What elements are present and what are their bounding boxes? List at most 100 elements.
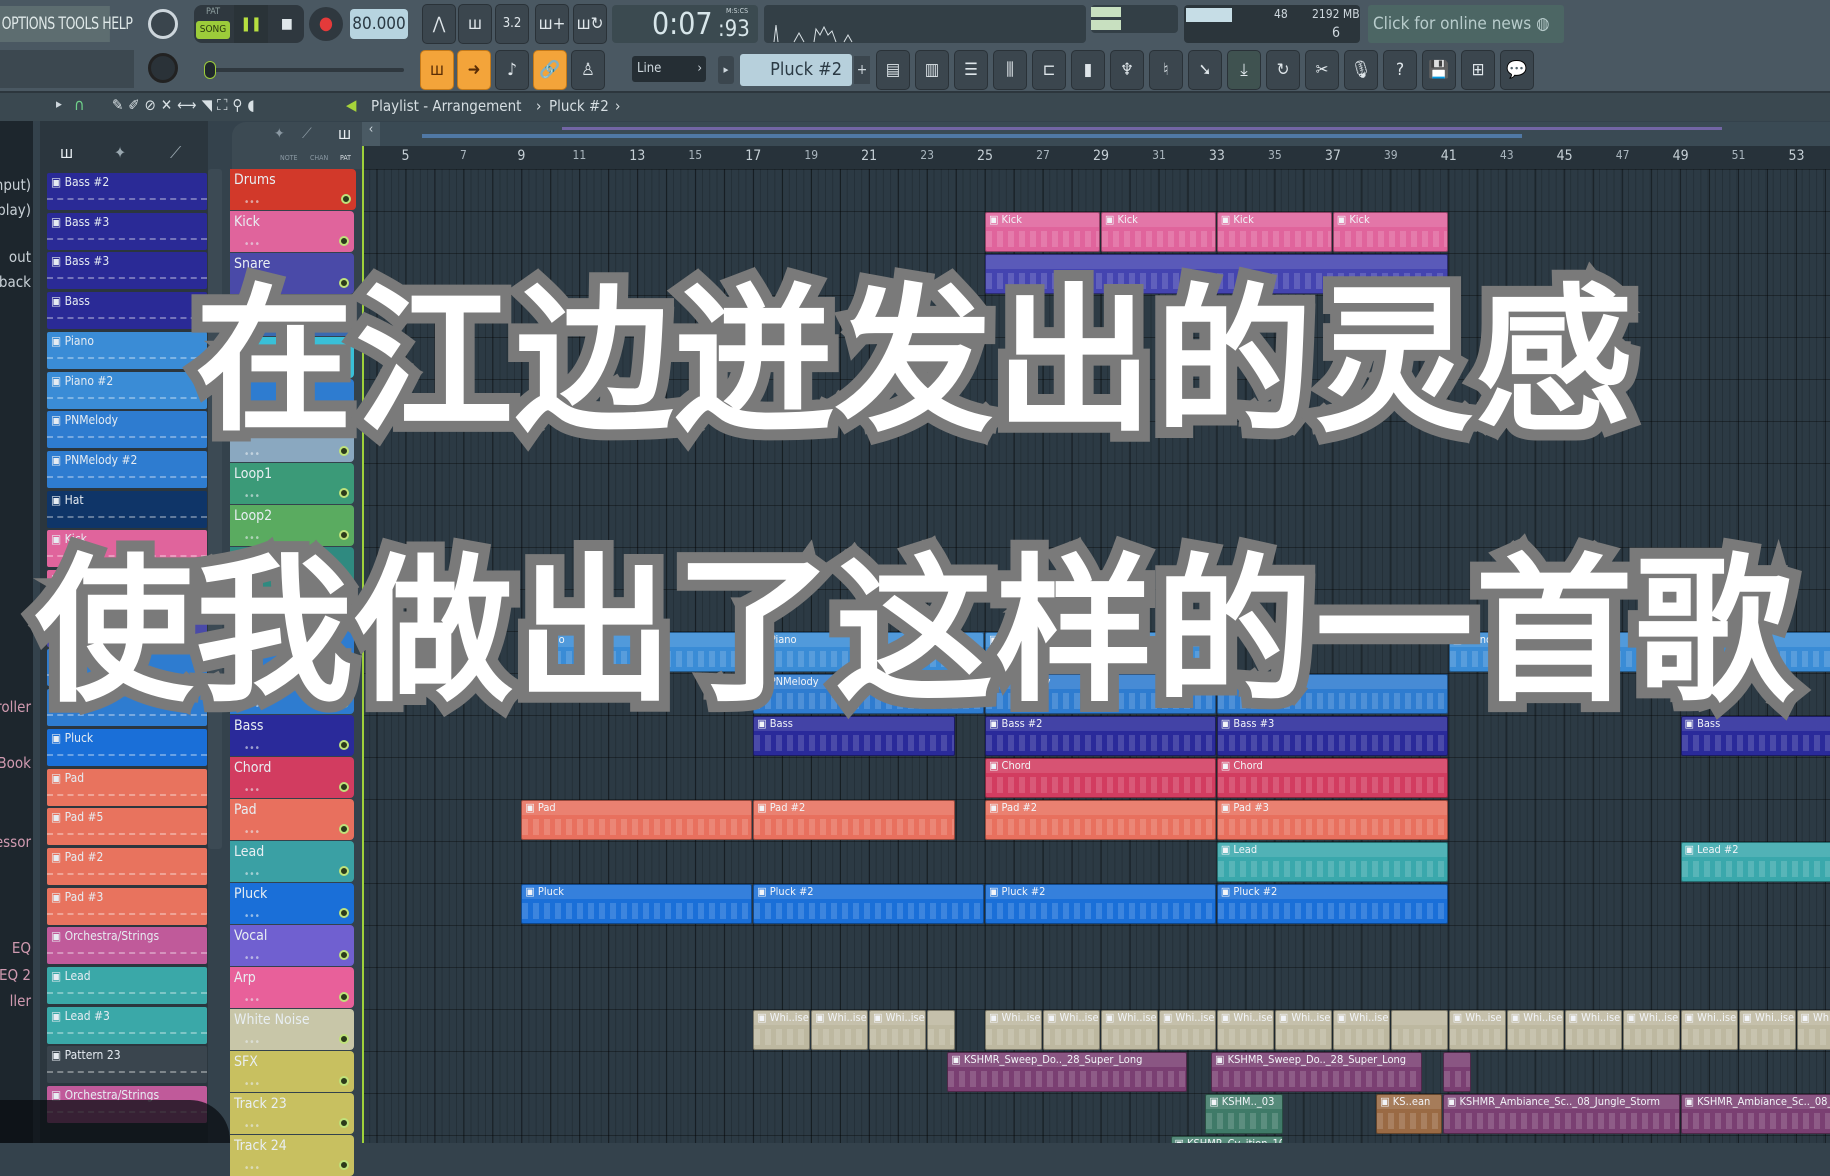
- browser-icon[interactable]: ⊏: [1032, 50, 1066, 90]
- playlist-clip[interactable]: ▣ Whi..ise: [1217, 1010, 1274, 1050]
- playlist-menu-arrow-icon[interactable]: ▸: [56, 97, 62, 112]
- playlist-clip[interactable]: ▣ Wh..ise: [1449, 1010, 1506, 1050]
- track-header[interactable]: White Noise•••: [230, 1009, 354, 1050]
- playlist-clip[interactable]: ▣ Pad #2: [753, 800, 955, 840]
- track-enable-led[interactable]: [339, 1160, 349, 1170]
- add-pattern-button[interactable]: +: [854, 56, 870, 84]
- track-header[interactable]: Drums•••: [230, 169, 356, 210]
- playlist-clip[interactable]: ▣ Lead: [1217, 842, 1448, 882]
- chevron-left-icon[interactable]: ‹: [362, 122, 380, 146]
- playlist-clip[interactable]: ▣ Whi..ise: [1043, 1010, 1100, 1050]
- browser-item[interactable]: ller: [10, 992, 31, 1010]
- track-enable-led[interactable]: [339, 236, 349, 246]
- playlist-clip[interactable]: ▣ Pad #2: [985, 800, 1216, 840]
- countdown-icon[interactable]: 3.2: [495, 4, 529, 44]
- playlist-clip[interactable]: ▣ KSHMR_Cv..ition_10: [1171, 1136, 1283, 1143]
- track-enable-led[interactable]: [341, 194, 351, 204]
- pattern-item[interactable]: ▣ Pad #2: [47, 848, 207, 885]
- track-header[interactable]: SFX•••: [230, 1051, 354, 1092]
- track-options-icon[interactable]: •••: [244, 743, 260, 754]
- browser-item[interactable]: EQ 2: [0, 966, 31, 984]
- pattern-item[interactable]: ▣ Lead #3: [47, 1007, 207, 1044]
- playlist-clip[interactable]: ▣ Pluck #2: [985, 884, 1216, 924]
- arrangement-overview[interactable]: ‹: [362, 122, 1830, 146]
- note-tab[interactable]: NOTE: [280, 154, 298, 162]
- track-header[interactable]: Kick•••: [230, 211, 354, 252]
- pat-mode[interactable]: PAT: [198, 7, 228, 17]
- touch-controller-icon[interactable]: ♮: [1149, 50, 1183, 90]
- master-pitch-knob[interactable]: [148, 53, 178, 83]
- save-icon[interactable]: 💾: [1422, 50, 1456, 90]
- track-options-icon[interactable]: •••: [244, 491, 260, 502]
- breadcrumb-pattern[interactable]: Pluck #2: [549, 97, 609, 115]
- track-options-icon[interactable]: •••: [244, 1037, 260, 1048]
- track-header[interactable]: Pad•••: [230, 799, 354, 840]
- chan-tab[interactable]: CHAN: [310, 154, 328, 162]
- mic-level-icon[interactable]: ♙: [571, 50, 605, 90]
- browser-item[interactable]: out: [9, 248, 31, 266]
- time-display[interactable]: 0:07 :93 M:S:CS: [612, 5, 758, 43]
- track-header[interactable]: Pluck•••: [230, 883, 354, 924]
- track-options-icon[interactable]: •••: [244, 1163, 260, 1174]
- playlist-clip[interactable]: [1391, 1010, 1448, 1050]
- piano-roll-icon[interactable]: ▥: [915, 50, 949, 90]
- playlist-icon[interactable]: ▤: [876, 50, 910, 90]
- playlist-clip[interactable]: ▣ Wh..: [1797, 1010, 1830, 1050]
- track-enable-led[interactable]: [339, 908, 349, 918]
- playlist-clip[interactable]: ▣ KSHMR_Ambiance_Sc.._08_: [1681, 1094, 1830, 1134]
- magnet-icon[interactable]: ∩: [74, 95, 85, 114]
- refresh-icon[interactable]: ↻: [1266, 50, 1300, 90]
- timeline-ruler[interactable]: 5791113151719212325272931333537394143454…: [362, 146, 1830, 169]
- metronome-icon[interactable]: ⋀: [422, 4, 456, 44]
- track-options-icon[interactable]: •••: [244, 911, 260, 922]
- mixer-icon[interactable]: ⫼: [993, 50, 1027, 90]
- render-icon[interactable]: ⊞: [1461, 50, 1495, 90]
- automation-icon[interactable]: ⟋: [302, 126, 312, 142]
- arrow-icon[interactable]: ➜: [457, 50, 491, 90]
- playlist-tools[interactable]: ✎✐⊘✕⟷◥⛶⚲◖: [112, 96, 259, 114]
- track-header[interactable]: Arp•••: [230, 967, 354, 1008]
- track-options-icon[interactable]: •••: [244, 239, 260, 250]
- pause-button[interactable]: ❚❚: [234, 5, 268, 43]
- pat-tab[interactable]: PAT: [340, 154, 351, 162]
- playlist-clip[interactable]: ▣ Whi..ise: [1681, 1010, 1738, 1050]
- playlist-clip[interactable]: ▣ Whi..ise: [753, 1010, 810, 1050]
- track-header[interactable]: Vocal•••: [230, 925, 354, 966]
- playlist-clip[interactable]: ▣ Lead #2: [1681, 842, 1830, 882]
- browser-item[interactable]: EQ: [12, 939, 31, 957]
- pattern-item[interactable]: ▣ Bass #3: [47, 213, 207, 250]
- loop-record-icon[interactable]: ш↻: [573, 4, 607, 44]
- pattern-item[interactable]: ▣ Pad #3: [47, 888, 207, 925]
- stop-button[interactable]: ■: [270, 5, 304, 43]
- audio-icon[interactable]: ✦: [114, 143, 126, 162]
- playlist-clip[interactable]: ▣ Kick: [1101, 212, 1216, 252]
- track-options-icon[interactable]: •••: [244, 869, 260, 880]
- playlist-clip[interactable]: ▣ Pluck: [521, 884, 752, 924]
- track-enable-led[interactable]: [339, 992, 349, 1002]
- playlist-clip[interactable]: ▣ Pad #3: [1217, 800, 1448, 840]
- playlist-clip[interactable]: ▣ Kick: [1217, 212, 1332, 252]
- plugin-icon[interactable]: ♆: [1110, 50, 1144, 90]
- piano-icon[interactable]: ш: [60, 143, 73, 162]
- playlist-clip[interactable]: ▣ Whi..ise: [1507, 1010, 1564, 1050]
- track-enable-led[interactable]: [339, 1118, 349, 1128]
- playlist-clip[interactable]: ▣ Whi..ise: [1739, 1010, 1796, 1050]
- browser-item[interactable]: essor: [0, 833, 31, 851]
- playlist-clip[interactable]: [927, 1010, 955, 1050]
- track-header[interactable]: Chord•••: [230, 757, 354, 798]
- pattern-item[interactable]: ▣ Pattern 23: [47, 1046, 207, 1083]
- playlist-clip[interactable]: [1443, 1052, 1471, 1092]
- track-header[interactable]: Track 23•••: [230, 1093, 354, 1134]
- cut-icon[interactable]: ✂: [1305, 50, 1339, 90]
- browser-item[interactable]: play): [0, 201, 31, 219]
- snap-dropdown[interactable]: Line›: [632, 56, 706, 82]
- microphone-icon[interactable]: 🎙: [1344, 50, 1378, 90]
- pattern-selector[interactable]: Pluck #2: [740, 54, 852, 86]
- track-options-icon[interactable]: •••: [244, 785, 260, 796]
- playlist-clip[interactable]: ▣ Whi..ise: [985, 1010, 1042, 1050]
- playlist-clip[interactable]: ▣ Pluck #2: [753, 884, 984, 924]
- pattern-item[interactable]: ▣ Pluck: [47, 729, 207, 766]
- playlist-clip[interactable]: ▣ Whi..ise: [811, 1010, 868, 1050]
- playlist-clip[interactable]: ▣ Whi..ise: [1623, 1010, 1680, 1050]
- track-enable-led[interactable]: [339, 824, 349, 834]
